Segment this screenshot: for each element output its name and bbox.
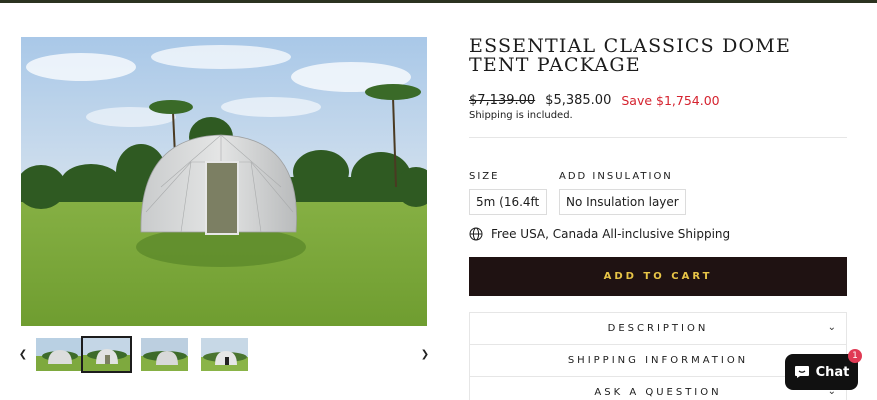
free-shipping-line: Free USA, Canada All-inclusive Shipping (469, 226, 730, 242)
chat-label: Chat (815, 364, 850, 380)
chevron-left-icon[interactable]: ❮ (16, 348, 30, 362)
thumbnail-2[interactable] (81, 336, 132, 373)
accordion-ask-label: ASK A QUESTION (594, 387, 722, 398)
chevron-down-icon: ❯ (545, 197, 546, 207)
chevron-down-icon: ❯ (685, 197, 686, 207)
add-to-cart-button[interactable]: ADD TO CART (469, 257, 847, 296)
insulation-label: ADD INSULATION (559, 171, 673, 182)
accordion-shipping-label: SHIPPING INFORMATION (567, 355, 749, 366)
size-select[interactable]: 5m (16.4ft ❯ (469, 189, 547, 215)
chevron-right-icon[interactable]: ❯ (418, 348, 432, 362)
top-border (0, 0, 877, 3)
product-main-image[interactable] (21, 37, 427, 326)
thumbnail-3[interactable] (141, 338, 188, 371)
size-label: SIZE (469, 171, 500, 182)
chevron-down-icon: ⌄ (827, 322, 836, 333)
accordion-description-label: DESCRIPTION (607, 323, 709, 334)
insulation-select-value: No Insulation layer (566, 195, 679, 209)
chat-bubble-icon (794, 366, 809, 378)
free-shipping-text: Free USA, Canada All-inclusive Shipping (491, 227, 731, 241)
price-row: $7,139.00 $5,385.00 Save $1,754.00 (469, 92, 720, 108)
product-title: ESSENTIAL CLASSICS DOME TENT PACKAGE (469, 35, 792, 76)
shipping-included-note: Shipping is included. (469, 110, 573, 121)
current-price: $5,385.00 (545, 92, 612, 108)
savings-amount: Save $1,754.00 (621, 92, 720, 108)
insulation-select[interactable]: No Insulation layer ❯ (559, 189, 686, 215)
thumbnail-1[interactable] (36, 338, 83, 371)
chat-button[interactable]: Chat (785, 354, 858, 390)
globe-icon (469, 227, 483, 241)
thumbnail-4[interactable] (201, 338, 248, 371)
accordion-description[interactable]: DESCRIPTION ⌄ (469, 312, 847, 345)
size-select-value: 5m (16.4ft (476, 195, 540, 209)
divider (469, 137, 847, 138)
chat-notification-badge: 1 (848, 349, 862, 363)
compare-at-price: $7,139.00 (469, 92, 536, 108)
